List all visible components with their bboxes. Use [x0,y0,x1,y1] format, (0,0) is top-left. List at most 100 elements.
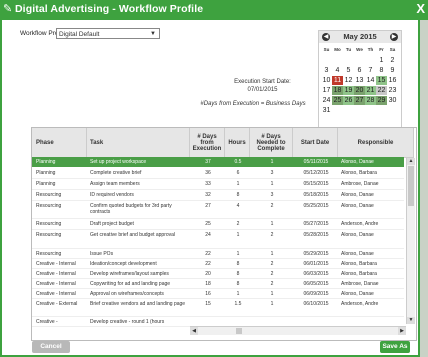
calendar-day[interactable]: 5 [343,66,354,75]
calendar-day[interactable]: 9 [387,66,398,75]
table-cell-phase: Resourcing [36,251,62,257]
calendar-day[interactable]: 6 [354,66,365,75]
next-month-icon[interactable]: ▶ [390,33,398,41]
table-cell-phase: Resourcing [36,221,62,227]
table-cell-task: Complete creative brief [90,170,142,176]
table-cell-task: Brief creative vendors ad and landing pa… [90,301,186,307]
calendar-day[interactable]: 15 [376,76,387,85]
table-cell-hours: 8 [236,281,240,287]
table-cell-phase: Creative - Internal [36,291,76,297]
table-cell-hours: 1 [236,291,240,297]
table-cell-task: ID required vendors [90,192,134,198]
column-header-responsible[interactable]: Responsible [338,128,414,158]
column-header-phase[interactable]: Phase [32,128,87,158]
prev-month-icon[interactable]: ◀ [322,33,330,41]
calendar-day[interactable]: 27 [354,96,365,105]
column-header-start-date[interactable]: Start Date [293,128,338,158]
weekday-label: Tu [345,47,352,52]
calendar-day[interactable]: 18 [332,86,343,95]
close-icon[interactable]: X [416,2,425,16]
table-cell-resp: Alonso, Danae [341,251,374,257]
calendar-day[interactable]: 14 [365,76,376,85]
table-cell-task: Copywriting for ad and landing page [90,281,171,287]
table-row[interactable]: Creative - External Brief creative vendor… [32,299,404,317]
scroll-right-icon[interactable]: ▶ [398,327,406,335]
table-row[interactable]: Resourcing Issue POs 22 1 1 05/29/2015 Alonso,… [32,249,404,259]
scroll-thumb[interactable] [236,328,242,334]
table-cell-needed: 1 [270,221,274,227]
table-row[interactable]: Planning Set up project workspace 37 0.5 1 05… [32,157,404,167]
table-cell-needed: 2 [270,203,274,209]
calendar: May 2015 ◀ ▶ Su Mo Tu We Th Fr Sa 123456… [318,30,402,136]
table-cell-phase: Creative - External [36,301,78,307]
vertical-scrollbar[interactable]: ▲ ▼ [406,158,415,324]
table-cell-needed: 1 [270,301,274,307]
table-row[interactable]: Creative - Internal Ideation/concept deve… [32,259,404,269]
table-cell-phase: Creative - Internal [36,261,76,267]
calendar-day[interactable]: 24 [321,96,332,105]
calendar-day[interactable]: 28 [365,96,376,105]
calendar-day[interactable]: 12 [343,76,354,85]
table-cell-days: 16 [205,291,211,297]
calendar-day[interactable]: 21 [365,86,376,95]
execution-start-date: 07/01/2015 [247,87,278,93]
column-header-days-from-execution[interactable]: # Days from Execution [190,128,225,158]
table-cell-hours: 1 [236,232,240,238]
table-row[interactable]: Resourcing Get creative brief and budget … [32,230,404,249]
cancel-button[interactable]: Cancel [32,341,70,353]
save-as-button[interactable]: Save As [380,341,410,353]
task-grid: Phase Task # Days from Execution Hours #… [31,127,417,341]
calendar-day[interactable]: 3 [321,66,332,75]
calendar-day[interactable]: 11 [332,76,343,85]
scroll-down-icon[interactable]: ▼ [407,317,415,324]
weekday-label: Sa [389,47,396,52]
table-cell-phase: Creative - [36,319,58,325]
table-cell-phase: Planning [36,170,56,176]
calendar-day[interactable]: 1 [376,56,387,65]
table-row[interactable]: Resourcing ID required vendors 32 8 3 05/18/2… [32,190,404,201]
column-header-hours[interactable]: Hours [225,128,250,158]
table-row[interactable]: Creative - Internal Approval on wireframe… [32,289,404,299]
workflow-profile-select[interactable]: Digital Default ▼ [56,28,160,39]
scroll-left-icon[interactable]: ◀ [190,327,198,335]
table-cell-task: Draft project budget [90,221,134,227]
calendar-day[interactable]: 4 [332,66,343,75]
table-row[interactable]: Resourcing Draft project budget 25 2 1 05/27/… [32,219,404,230]
table-cell-hours: 6 [236,170,240,176]
table-cell-days: 18 [205,281,211,287]
calendar-day[interactable]: 22 [376,86,387,95]
table-cell-start: 06/05/2015 [303,281,329,287]
calendar-day[interactable]: 20 [354,86,365,95]
table-cell-phase: Resourcing [36,232,62,238]
calendar-day[interactable]: 19 [343,86,354,95]
column-header-task[interactable]: Task [87,128,190,158]
table-cell-start: 06/09/2015 [303,291,329,297]
calendar-day[interactable]: 13 [354,76,365,85]
table-cell-task: Approval on wireframes/concepts [90,291,164,297]
column-header-days-needed[interactable]: # Days Needed to Complete [250,128,293,158]
table-cell-days: 22 [205,251,211,257]
calendar-day[interactable]: 25 [332,96,343,105]
table-row[interactable]: Planning Complete creative brief 36 6 3 05/12… [32,168,404,179]
calendar-day[interactable]: 16 [387,76,398,85]
calendar-day[interactable]: 31 [321,106,332,115]
table-cell-resp: Alonso, Danae [341,232,374,238]
calendar-day[interactable]: 7 [365,66,376,75]
calendar-day[interactable]: 30 [387,96,398,105]
scroll-up-icon[interactable]: ▲ [407,158,415,165]
table-row[interactable]: Creative - Internal Copywriting for ad an… [32,279,404,289]
calendar-day[interactable]: 23 [387,86,398,95]
table-cell-start: 05/12/2015 [303,170,329,176]
calendar-day[interactable]: 26 [343,96,354,105]
calendar-day[interactable]: 10 [321,76,332,85]
table-cell-needed: 1 [270,181,274,187]
table-row[interactable]: Resourcing Confirm quoted budgets for 3rd… [32,201,404,219]
horizontal-scrollbar[interactable]: ◀ ▶ [190,326,406,335]
calendar-day[interactable]: 2 [387,56,398,65]
calendar-day[interactable]: 8 [376,66,387,75]
calendar-day[interactable]: 17 [321,86,332,95]
scroll-thumb[interactable] [408,166,414,206]
table-row[interactable]: Planning Assign team members 33 1 1 05/15/201… [32,179,404,190]
table-row[interactable]: Creative - Internal Develop wireframes/la… [32,269,404,279]
calendar-day[interactable]: 29 [376,96,387,105]
